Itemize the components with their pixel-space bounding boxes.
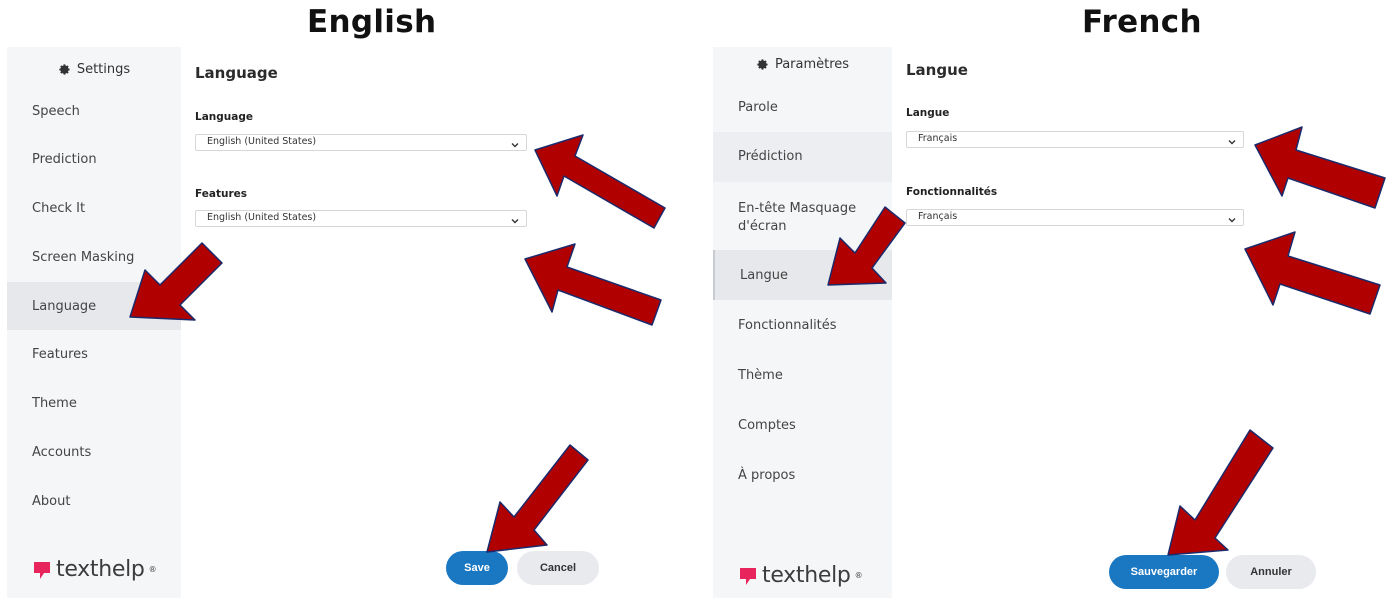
annotation-arrow	[1254, 126, 1386, 209]
annotation-arrow	[827, 206, 906, 286]
annotation-arrow	[534, 134, 666, 229]
annotation-arrow	[1167, 429, 1274, 556]
annotation-arrow	[129, 242, 223, 321]
annotation-arrow	[486, 444, 589, 553]
annotation-arrow	[1244, 231, 1381, 315]
annotation-arrow	[524, 243, 662, 326]
annotation-arrows	[129, 126, 1386, 556]
